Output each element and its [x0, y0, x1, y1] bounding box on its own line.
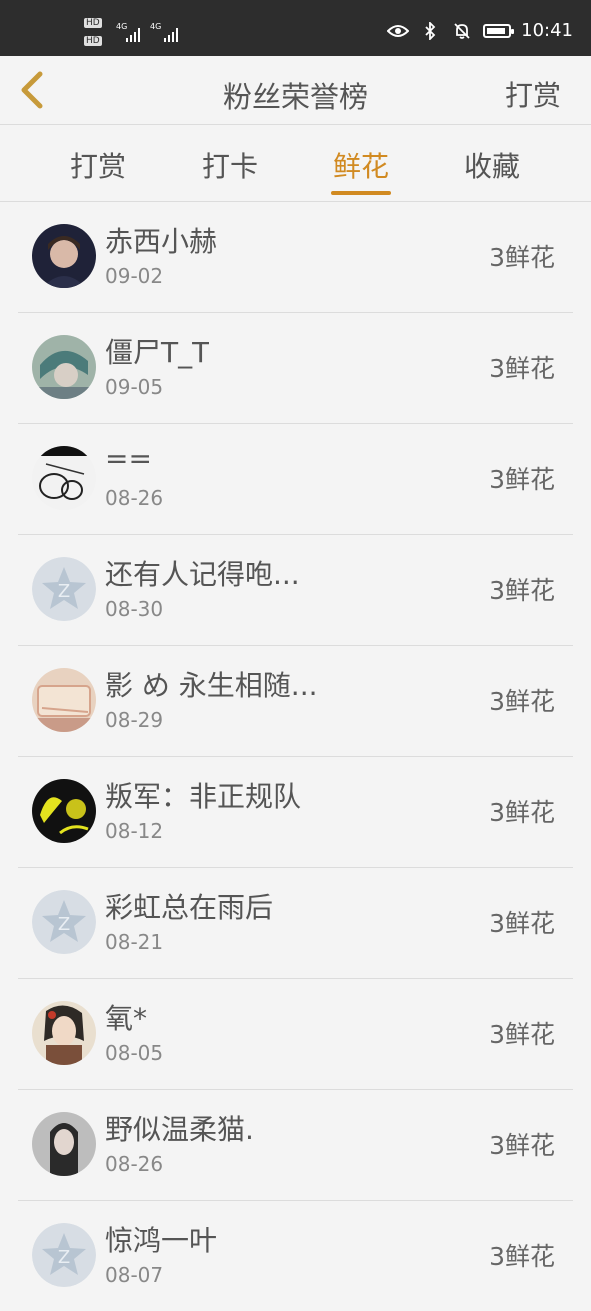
default-avatar-icon: Z [32, 890, 96, 954]
avatar [32, 668, 96, 732]
page-title: 粉丝荣誉榜 [222, 80, 368, 114]
avatar [32, 779, 96, 843]
fan-name: 影 め 永生相随... [105, 669, 318, 702]
eye-icon [387, 22, 410, 40]
default-avatar-icon: Z [32, 557, 96, 621]
status-bar: HD HD 4G 4G 10:41 [0, 0, 591, 56]
flower-count: 3鲜花 [489, 576, 555, 605]
tab-bar: 打赏 打卡 鲜花 收藏 [0, 125, 591, 202]
flower-count: 3鲜花 [489, 1242, 555, 1271]
cellular-signal: HD HD 4G 4G [82, 16, 182, 50]
flower-count: 3鲜花 [489, 465, 555, 494]
fan-date: 08-12 [105, 819, 164, 843]
fan-date: 09-05 [105, 375, 164, 399]
list-item[interactable]: 影 め 永生相随... 08-29 3鲜花 [18, 646, 573, 757]
tab-flowers[interactable]: 鲜花 [316, 145, 406, 185]
fan-name: 野似温柔猫. [105, 1113, 254, 1146]
flower-count: 3鲜花 [489, 354, 555, 383]
active-tab-indicator [331, 191, 391, 195]
list-item[interactable]: Z 还有人记得咆... 08-30 3鲜花 [18, 535, 573, 646]
bell-off-icon [451, 22, 473, 40]
network-type: 4G [150, 22, 162, 31]
flower-count: 3鲜花 [489, 1020, 555, 1049]
fan-name: 还有人记得咆... [105, 558, 300, 591]
list-item[interactable]: 野似温柔猫. 08-26 3鲜花 [18, 1090, 573, 1201]
fan-date: 08-07 [105, 1263, 164, 1287]
fan-date: 08-30 [105, 597, 164, 621]
battery-icon [483, 23, 515, 38]
bluetooth-icon [419, 21, 441, 40]
fan-name: 赤西小赫 [105, 225, 218, 258]
fan-name: 叛军：非正规队 [105, 780, 302, 813]
fan-date: 08-26 [105, 486, 164, 510]
avatar [32, 224, 96, 288]
chevron-left-icon [21, 71, 43, 109]
tab-checkin[interactable]: 打卡 [185, 145, 275, 185]
flower-count: 3鲜花 [489, 243, 555, 272]
fan-name: 彩虹总在雨后 [105, 891, 274, 924]
signal-bars-icon [126, 26, 140, 42]
fan-date: 08-26 [105, 1152, 164, 1176]
list-item[interactable]: 氧* 08-05 3鲜花 [18, 979, 573, 1090]
fan-name: == [105, 442, 152, 475]
fan-date: 09-02 [105, 264, 164, 288]
avatar [32, 1112, 96, 1176]
fan-name: 氧* [105, 1002, 148, 1035]
clock: 10:41 [521, 20, 573, 41]
default-avatar-icon: Z [32, 1223, 96, 1287]
tab-reward[interactable]: 打赏 [53, 145, 143, 185]
avatar [32, 1001, 96, 1065]
signal-bars-icon [164, 26, 178, 42]
flower-count: 3鲜花 [489, 1131, 555, 1160]
fan-date: 08-29 [105, 708, 164, 732]
flower-count: 3鲜花 [489, 798, 555, 827]
list-item[interactable]: == 08-26 3鲜花 [18, 424, 573, 535]
hd-badge: HD [84, 36, 102, 46]
avatar [32, 446, 96, 510]
reward-button[interactable]: 打赏 [505, 74, 561, 114]
svg-text:Z: Z [58, 914, 70, 935]
back-button[interactable] [12, 70, 52, 110]
avatar [32, 335, 96, 399]
list-item[interactable]: 赤西小赫 09-02 3鲜花 [18, 202, 573, 313]
flower-count: 3鲜花 [489, 909, 555, 938]
fan-date: 08-05 [105, 1041, 164, 1065]
navigation-bar: 粉丝荣誉榜 打赏 [0, 56, 591, 125]
list-item[interactable]: 叛军：非正规队 08-12 3鲜花 [18, 757, 573, 868]
list-item[interactable]: Z 惊鸿一叶 08-07 3鲜花 [18, 1201, 573, 1311]
tab-favorites[interactable]: 收藏 [447, 145, 537, 185]
svg-text:Z: Z [58, 1247, 70, 1268]
flower-count: 3鲜花 [489, 687, 555, 716]
fan-name: 僵尸T_T [105, 336, 210, 369]
list-item[interactable]: Z 彩虹总在雨后 08-21 3鲜花 [18, 868, 573, 979]
fan-ranking-list: 赤西小赫 09-02 3鲜花 僵尸T_T 09-05 3鲜花 == 08-26 … [0, 202, 591, 1311]
list-item[interactable]: 僵尸T_T 09-05 3鲜花 [18, 313, 573, 424]
hd-badge: HD [84, 18, 102, 28]
fan-date: 08-21 [105, 930, 164, 954]
svg-text:Z: Z [58, 581, 70, 602]
fan-name: 惊鸿一叶 [105, 1224, 218, 1257]
